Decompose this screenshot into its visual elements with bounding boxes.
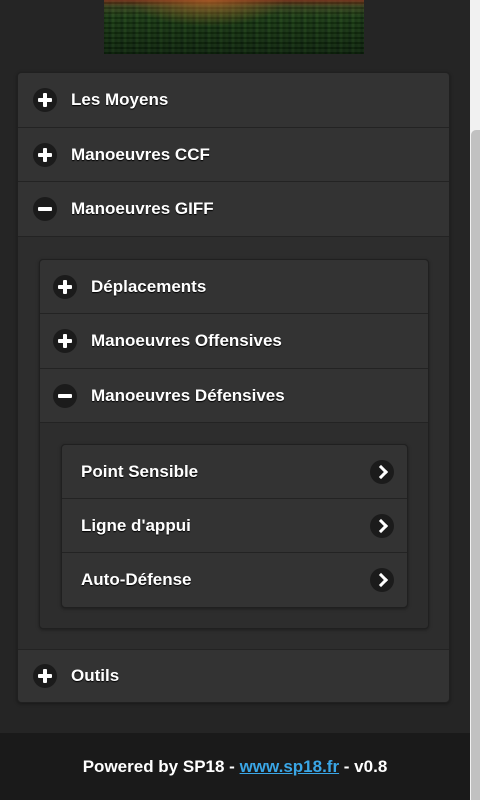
accordion-item-label: Manoeuvres CCF <box>71 144 210 164</box>
footer-link[interactable]: www.sp18.fr <box>240 757 340 777</box>
footer: Powered by SP18 - www.sp18.fr - v0.8 <box>0 733 470 800</box>
accordion-item-manoeuvres-giff[interactable]: Manoeuvres GIFF <box>18 182 449 237</box>
minus-icon <box>33 197 57 221</box>
accordion-item-manoeuvres-ccf[interactable]: Manoeuvres CCF <box>18 128 449 182</box>
list-item-ligne-d-appui[interactable]: Ligne d'appui <box>62 499 407 553</box>
accordion-item-label: Manoeuvres GIFF <box>71 199 214 218</box>
list-item-label: Point Sensible <box>81 461 199 481</box>
plus-icon <box>53 274 77 299</box>
footer-prefix: Powered by SP18 - <box>82 756 240 776</box>
scrollbar-thumb[interactable] <box>471 130 480 800</box>
giff-accordion: Déplacements Manoeuvres Offensives Manoe… <box>39 259 429 629</box>
header-banner-image <box>104 0 364 54</box>
main-accordion: Les Moyens Manoeuvres CCF Manoeuvres GIF… <box>17 72 450 703</box>
accordion-item-label: Les Moyens <box>71 90 169 109</box>
accordion-item-manoeuvres-defensives[interactable]: Manoeuvres Défensives <box>40 369 428 423</box>
accordion-item-label: Outils <box>71 666 120 685</box>
accordion-item-outils[interactable]: Outils <box>18 649 449 702</box>
list-item-auto-defense[interactable]: Auto-Défense <box>62 553 407 607</box>
chevron-right-icon <box>370 460 394 484</box>
chevron-right-icon <box>370 514 394 538</box>
accordion-item-manoeuvres-offensives[interactable]: Manoeuvres Offensives <box>40 314 428 369</box>
plus-icon <box>33 664 57 688</box>
plus-icon <box>33 88 57 112</box>
list-item-label: Ligne d'appui <box>81 515 191 535</box>
accordion-item-les-moyens[interactable]: Les Moyens <box>18 73 449 128</box>
list-item-label: Auto-Défense <box>81 570 192 589</box>
accordion-item-label: Déplacements <box>91 276 207 296</box>
defensives-list: Point Sensible Ligne d'appui Auto-Défens… <box>61 444 408 608</box>
minus-icon <box>53 383 77 408</box>
accordion-item-label: Manoeuvres Offensives <box>91 331 282 350</box>
plus-icon <box>33 142 57 167</box>
accordion-item-deplacements[interactable]: Déplacements <box>40 260 428 314</box>
accordion-item-label: Manoeuvres Défensives <box>91 385 285 405</box>
footer-suffix: - v0.8 <box>339 756 388 776</box>
chevron-right-icon <box>370 568 394 592</box>
plus-icon <box>53 329 77 353</box>
list-item-point-sensible[interactable]: Point Sensible <box>62 445 407 499</box>
